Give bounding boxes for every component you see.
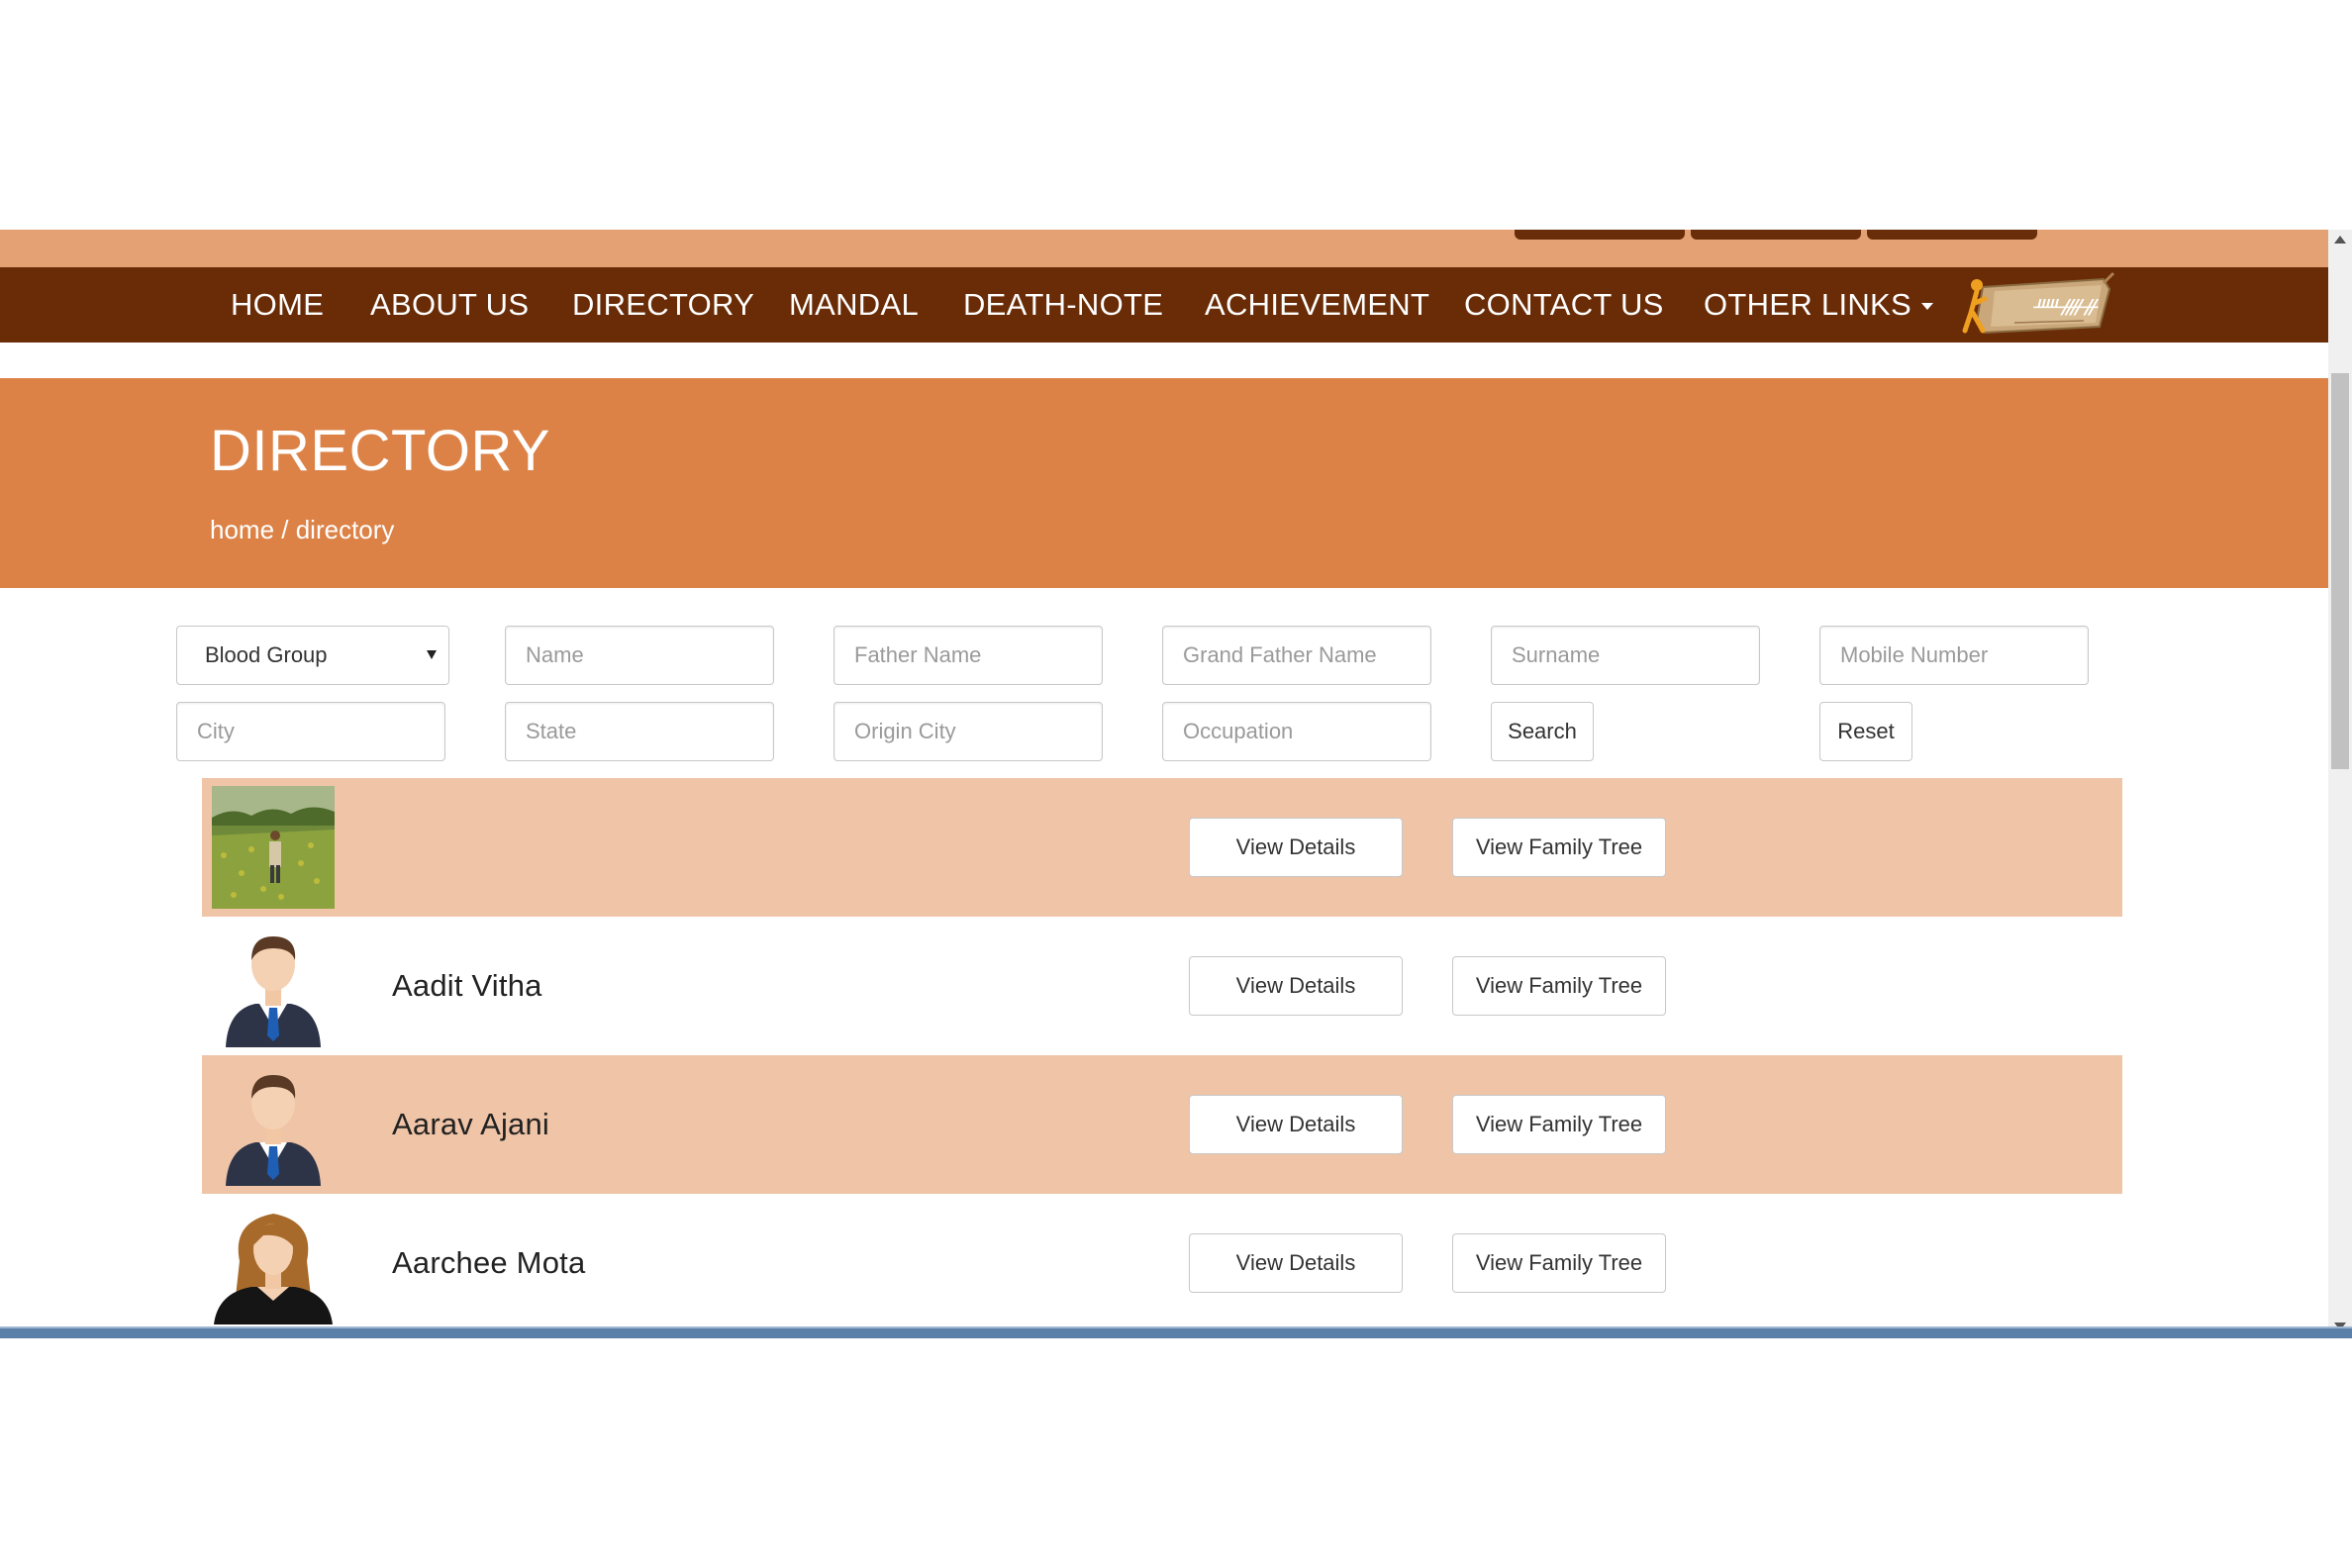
nav-about-us[interactable]: ABOUT US [370,267,529,343]
blood-group-value: Blood Group [205,642,328,667]
origin-city-input[interactable] [833,702,1103,761]
caret-down-icon [1921,303,1934,311]
top-tab-button[interactable] [1867,230,2037,240]
view-family-tree-button[interactable]: View Family Tree [1452,956,1666,1016]
grand-father-name-input[interactable] [1162,626,1431,685]
list-item: Aarav Ajani View Details View Family Tre… [202,1055,2122,1194]
scroll-thumb[interactable] [2331,373,2349,769]
browser-viewport: HOME ABOUT US DIRECTORY MANDAL DEATH-NOT… [0,230,2352,1338]
page-title: DIRECTORY [210,419,550,483]
nav-other-links-label: OTHER LINKS [1704,287,1912,322]
field-photo[interactable] [212,786,335,909]
dropdown-arrow-icon [427,650,437,659]
list-item: Aarchee Mota View Details View Family Tr… [202,1194,2122,1332]
taskbar-edge [0,1326,2352,1338]
name-input[interactable] [505,626,774,685]
view-details-button[interactable]: View Details [1189,1095,1403,1154]
member-name: Aarav Ajani [392,1107,550,1141]
brand-logo-icon[interactable]: ᚊᚎᚌ [1955,269,2115,341]
search-button[interactable]: Search [1491,702,1594,761]
list-item: Aadit Vitha View Details View Family Tre… [202,917,2122,1055]
top-tab-button[interactable] [1691,230,1861,240]
top-tab-button[interactable] [1515,230,1685,240]
vertical-scrollbar[interactable] [2328,230,2352,1338]
blood-group-select[interactable]: Blood Group [176,626,449,685]
view-family-tree-button[interactable]: View Family Tree [1452,818,1666,877]
member-name: Aadit Vitha [392,968,542,1003]
male-avatar-icon[interactable] [212,925,335,1047]
view-details-button[interactable]: View Details [1189,1233,1403,1293]
breadcrumb[interactable]: home / directory [210,515,394,545]
nav-mandal[interactable]: MANDAL [789,267,919,343]
nav-death-note[interactable]: DEATH-NOTE [963,267,1163,343]
scroll-up-icon[interactable] [2334,236,2346,244]
nav-directory[interactable]: DIRECTORY [572,267,754,343]
nav-contact-us[interactable]: CONTACT US [1464,267,1664,343]
view-family-tree-button[interactable]: View Family Tree [1452,1233,1666,1293]
female-avatar-icon[interactable] [212,1202,335,1324]
city-input[interactable] [176,702,445,761]
nav-home[interactable]: HOME [231,267,324,343]
father-name-input[interactable] [833,626,1103,685]
list-item: View Details View Family Tree [202,778,2122,917]
state-input[interactable] [505,702,774,761]
view-family-tree-button[interactable]: View Family Tree [1452,1095,1666,1154]
occupation-input[interactable] [1162,702,1431,761]
view-details-button[interactable]: View Details [1189,956,1403,1016]
nav-other-links[interactable]: OTHER LINKS [1704,267,1934,343]
page-banner: DIRECTORY home / directory [0,378,2328,588]
main-navigation: HOME ABOUT US DIRECTORY MANDAL DEATH-NOT… [0,267,2328,343]
reset-button[interactable]: Reset [1819,702,1912,761]
top-strip [0,230,2328,267]
mobile-number-input[interactable] [1819,626,2089,685]
male-avatar-icon[interactable] [212,1063,335,1186]
nav-achievement[interactable]: ACHIEVEMENT [1205,267,1429,343]
svg-text:ᚊᚎᚌ: ᚊᚎᚌ [2032,294,2100,318]
view-details-button[interactable]: View Details [1189,818,1403,877]
surname-input[interactable] [1491,626,1760,685]
member-name: Aarchee Mota [392,1245,586,1280]
